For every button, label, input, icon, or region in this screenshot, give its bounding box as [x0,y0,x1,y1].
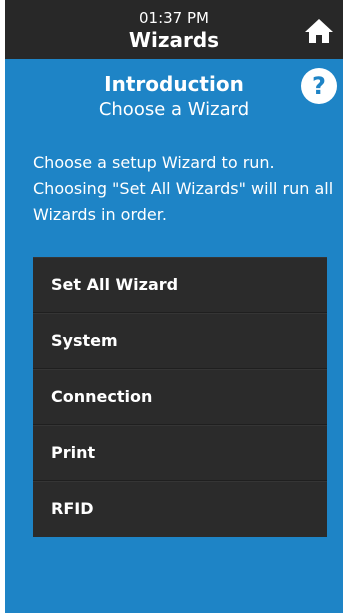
clock-time: 01:37 PM [139,9,209,27]
home-icon [305,19,333,43]
wizard-item-system[interactable]: System [33,313,327,369]
wizard-item-rfid[interactable]: RFID [33,481,327,537]
section-subheading: Choose a Wizard [98,99,250,120]
question-mark-icon: ? [312,72,326,100]
wizard-item-set-all[interactable]: Set All Wizard [33,257,327,313]
wizard-item-connection[interactable]: Connection [33,369,327,425]
help-button[interactable]: ? [301,68,337,104]
top-bar: 01:37 PM Wizards [5,0,343,59]
home-button[interactable] [304,17,334,45]
device-screen: 01:37 PM Wizards Introduction Choose a W… [5,0,343,613]
screen-title: Wizards [128,28,220,52]
instructions-text: Choose a setup Wizard to run. Choosing "… [33,153,334,224]
section-heading: Introduction [104,72,244,96]
wizard-list: Set All Wizard System Connection Print R… [33,257,327,537]
wizard-item-print[interactable]: Print [33,425,327,481]
